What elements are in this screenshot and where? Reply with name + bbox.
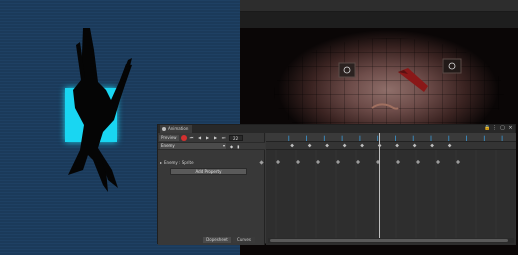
keyframe-diamond[interactable]	[430, 143, 434, 148]
preview-button[interactable]: Preview	[159, 134, 179, 141]
property-row[interactable]: ▸ Enemy : Sprite	[158, 159, 265, 165]
playback-controls: Preview ⏮ ◀ ▶ ▶​ ⏭ 22	[158, 133, 265, 142]
timeline-ruler[interactable]	[266, 133, 516, 142]
animation-left-pane: Preview ⏮ ◀ ▶ ▶​ ⏭ 22 Enemy ▾ ◆ ▮ ▸ Enem…	[158, 133, 265, 245]
crate-prop	[338, 62, 356, 78]
menu-icon[interactable]: ⋮	[492, 126, 497, 131]
keyframe-diamond[interactable]	[447, 143, 452, 148]
clip-dropdown[interactable]: Enemy ▾	[160, 143, 226, 149]
frame-field[interactable]: 22	[228, 134, 243, 141]
animation-icon	[162, 127, 166, 131]
add-property-button[interactable]: Add Property	[170, 168, 247, 175]
bottle-prop	[398, 68, 428, 92]
summary-keyframe-row[interactable]	[266, 142, 516, 150]
tab-animation-label: Animation	[168, 126, 189, 131]
next-key-icon[interactable]: ▶​	[213, 135, 219, 141]
chevron-right-icon[interactable]: ▸	[160, 160, 162, 165]
timeline-area[interactable]	[266, 133, 516, 245]
last-key-icon[interactable]: ⏭	[221, 135, 227, 141]
crate-prop	[442, 58, 462, 74]
add-event-icon[interactable]: ▮	[237, 144, 239, 149]
animation-tabbar: Animation 🔒 ⋮ ▢ ×	[158, 125, 515, 133]
record-icon[interactable]	[180, 134, 187, 141]
clip-row: Enemy ▾ ◆ ▮	[158, 142, 265, 150]
game-view-header	[240, 12, 518, 28]
timeline-scrollbar[interactable]	[268, 238, 514, 243]
clip-dropdown-label: Enemy	[161, 143, 175, 148]
timeline-grid	[275, 150, 516, 239]
prev-key-icon[interactable]: ◀	[197, 135, 203, 141]
keyframe-diamond[interactable]	[360, 143, 364, 148]
maximize-icon[interactable]: ▢	[500, 126, 505, 131]
keyframe-diamond[interactable]	[325, 143, 329, 148]
first-key-icon[interactable]: ⏮	[189, 135, 195, 141]
property-label: Enemy : Sprite	[164, 159, 194, 165]
chevron-down-icon: ▾	[222, 143, 225, 148]
bones-prop	[371, 103, 399, 110]
keyframe-diamond[interactable]	[412, 143, 417, 148]
tab-dopesheet[interactable]: Dopesheet	[203, 237, 231, 243]
timeline-scroll-thumb[interactable]	[270, 239, 508, 242]
close-icon[interactable]: ×	[508, 126, 513, 131]
keyframe-diamond-icon[interactable]	[259, 159, 264, 165]
tab-animation[interactable]: Animation	[160, 125, 193, 133]
lock-icon[interactable]: 🔒	[484, 126, 490, 131]
play-icon[interactable]: ▶	[205, 135, 211, 141]
game-view-toolbar	[240, 0, 518, 12]
add-keyframe-icon[interactable]: ◆	[230, 144, 233, 149]
keyframe-diamond[interactable]	[395, 143, 399, 148]
window-buttons: 🔒 ⋮ ▢ ×	[484, 126, 513, 131]
playhead-line[interactable]	[379, 133, 380, 239]
keyframe-diamond[interactable]	[290, 143, 294, 148]
unity-editor: Animation 🔒 ⋮ ▢ × Preview ⏮ ◀ ▶ ▶​ ⏭ 22	[0, 0, 518, 255]
animation-window[interactable]: Animation 🔒 ⋮ ▢ × Preview ⏮ ◀ ▶ ▶​ ⏭ 22	[157, 124, 516, 245]
keyframe-diamond[interactable]	[307, 143, 312, 148]
tab-curves[interactable]: Curves	[233, 237, 255, 243]
enemy-sprite-silhouette[interactable]	[48, 20, 148, 195]
keyframe-diamond[interactable]	[342, 143, 347, 148]
